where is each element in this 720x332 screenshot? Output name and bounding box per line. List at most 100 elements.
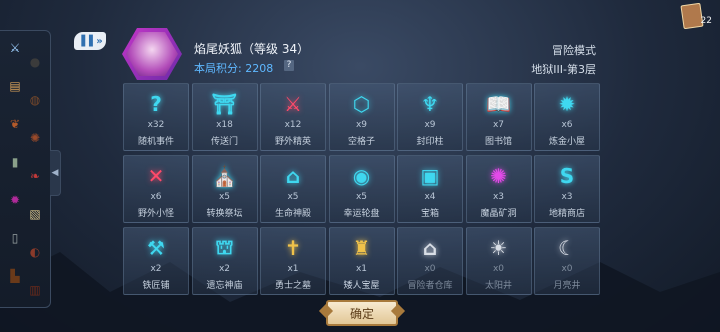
- tile-alchemy[interactable]: ✹ x6 炼金小屋: [534, 83, 600, 151]
- tile-name: 空格子: [347, 137, 375, 147]
- tile-count: x3: [561, 192, 573, 202]
- altar-icon: ⛪: [212, 164, 237, 188]
- tile-count: x7: [492, 120, 505, 130]
- tile-tomb[interactable]: ✝ x1 勇士之墓: [260, 227, 326, 295]
- tile-count: x9: [424, 120, 436, 130]
- scroll-icon[interactable]: ▤: [6, 77, 24, 95]
- stone-icon[interactable]: ▮: [6, 153, 24, 171]
- tile-warehouse[interactable]: ⌂ x0 冒险者仓库: [397, 227, 463, 295]
- stage-label: 地狱III-第3层: [531, 63, 596, 76]
- tile-count: x3: [492, 192, 505, 202]
- tile-count: x0: [492, 264, 505, 274]
- tile-name: 生命神殿: [274, 209, 311, 219]
- tile-count: x1: [355, 264, 368, 274]
- score-text: 本局积分: 2208: [194, 62, 274, 75]
- map-icon[interactable]: ▧: [26, 205, 44, 223]
- tile-count: x5: [355, 192, 368, 202]
- tile-name: 转换祭坛: [206, 209, 243, 219]
- shop-icon: S: [559, 164, 575, 188]
- tile-count: x6: [150, 192, 162, 202]
- tile-name: 图书馆: [484, 137, 512, 147]
- tablet-icon[interactable]: ▯: [6, 229, 24, 247]
- tile-count: x2: [150, 264, 162, 274]
- drum-icon[interactable]: ◍: [26, 91, 44, 109]
- help-icon[interactable]: ?: [284, 60, 294, 71]
- tile-count: x5: [287, 192, 299, 202]
- shrine-icon: ⛫: [215, 234, 234, 259]
- tile-name: 封印柱: [416, 137, 444, 147]
- question-icon: ?: [150, 92, 162, 116]
- tile-name: 炼金小屋: [548, 137, 585, 147]
- tomb-icon: ✝: [284, 236, 302, 260]
- tile-count: x4: [424, 192, 436, 202]
- inventory-sidebar: ⚔ ● ▤ ◍ ❦ ✺ ▮ ❧ ✹ ▧ ▯ ◐ ▙ ▥: [0, 30, 51, 308]
- warehouse-icon: ⌂: [422, 236, 438, 260]
- anvil-icon: ⚒: [147, 236, 165, 260]
- tile-name: 太阳井: [484, 281, 512, 291]
- tile-dwarf-treasure[interactable]: ♜ x1 矮人宝屋: [328, 227, 395, 295]
- tile-hexagon[interactable]: ⬡ x9 空格子: [328, 83, 395, 151]
- tile-name: 冒险者仓库: [407, 281, 453, 291]
- tile-count: x18: [216, 120, 233, 130]
- tile-count: x5: [218, 192, 231, 202]
- demon-cave-icon: ✺: [490, 164, 507, 188]
- tile-count: x2: [218, 264, 231, 274]
- tile-question[interactable]: ? x32 随机事件: [123, 83, 189, 151]
- tile-name: 勇士之墓: [274, 281, 311, 291]
- tile-name: 随机事件: [137, 137, 174, 147]
- bomb-icon[interactable]: ●: [26, 53, 44, 71]
- tile-count: x6: [561, 120, 573, 130]
- fire-icon[interactable]: ✹: [6, 191, 24, 209]
- tile-seal-pillar[interactable]: ♆ x9 封印柱: [397, 83, 463, 151]
- temple-icon: ⌂: [285, 164, 301, 188]
- tile-count: x0: [561, 264, 573, 274]
- tile-name: 宝箱: [420, 209, 439, 219]
- chest-icon: ▣: [420, 164, 440, 188]
- sword-icon[interactable]: ⚔: [6, 39, 24, 57]
- tile-name: 野外精英: [274, 137, 311, 147]
- tile-shop[interactable]: Sx3 地精商店: [534, 155, 600, 223]
- gear-icon[interactable]: ✺: [26, 129, 44, 147]
- sword-icon: ✕: [147, 164, 165, 188]
- tile-name: 地精商店: [548, 209, 585, 219]
- tile-name: 传送门: [210, 137, 238, 147]
- mode-label: 冒险模式: [552, 44, 596, 57]
- pot-icon[interactable]: ◐: [26, 243, 44, 261]
- tile-name: 月亮井: [553, 281, 581, 291]
- crossed-swords-icon: ⚔: [284, 92, 302, 116]
- tile-count: x32: [147, 120, 165, 130]
- dwarf-treasure-icon: ♜: [352, 236, 371, 260]
- leaf-icon[interactable]: ❦: [6, 115, 24, 133]
- tile-portal[interactable]: ⛩ x18 传送门: [191, 83, 258, 151]
- seal-pillar-icon: ♆: [421, 92, 439, 116]
- tile-count: x12: [284, 120, 302, 130]
- sun-well-icon: ☀: [489, 236, 508, 260]
- eye-wheel-icon: ◉: [352, 164, 371, 188]
- tile-name: 魔晶矿洞: [480, 209, 517, 219]
- hexagon-icon: ⬡: [352, 92, 371, 116]
- sidebar-collapse-tab[interactable]: ◀: [50, 150, 61, 196]
- confirm-button[interactable]: 确定: [326, 300, 398, 326]
- boot-icon[interactable]: ▙: [6, 267, 24, 285]
- speed-toggle-button[interactable]: ▐▐ »: [74, 32, 106, 50]
- tile-anvil[interactable]: ⚒ x2 铁匠铺: [123, 227, 189, 295]
- tile-count: x0: [424, 264, 436, 274]
- tile-temple[interactable]: ⌂ x5 生命神殿: [260, 155, 326, 223]
- tile-eye-wheel[interactable]: ◉ x5 幸运轮盘: [328, 155, 395, 223]
- tile-name: 幸运轮盘: [343, 209, 380, 219]
- book-icon[interactable]: ▥: [26, 281, 44, 299]
- tile-sword[interactable]: ✕ x6 野外小怪: [123, 155, 189, 223]
- tile-crossed-swords[interactable]: ⚔ x12 野外精英: [260, 83, 326, 151]
- deck-count: 22: [700, 16, 712, 26]
- moon-well-icon: ☾: [558, 236, 576, 260]
- tile-shrine[interactable]: ⛫ x2 遗忘神庙: [191, 227, 258, 295]
- tile-sun-well[interactable]: ☀ x0 太阳井: [465, 227, 532, 295]
- horn-icon[interactable]: ❧: [26, 167, 44, 185]
- tile-chest[interactable]: ▣ x4 宝箱: [397, 155, 463, 223]
- book-icon: 📖: [486, 92, 511, 116]
- tile-demon-cave[interactable]: ✺ x3 魔晶矿洞: [465, 155, 532, 223]
- tile-book[interactable]: 📖 x7 图书馆: [465, 83, 532, 151]
- tile-altar[interactable]: ⛪ x5 转换祭坛: [191, 155, 258, 223]
- tile-count: x1: [287, 264, 299, 274]
- tile-moon-well[interactable]: ☾ x0 月亮井: [534, 227, 600, 295]
